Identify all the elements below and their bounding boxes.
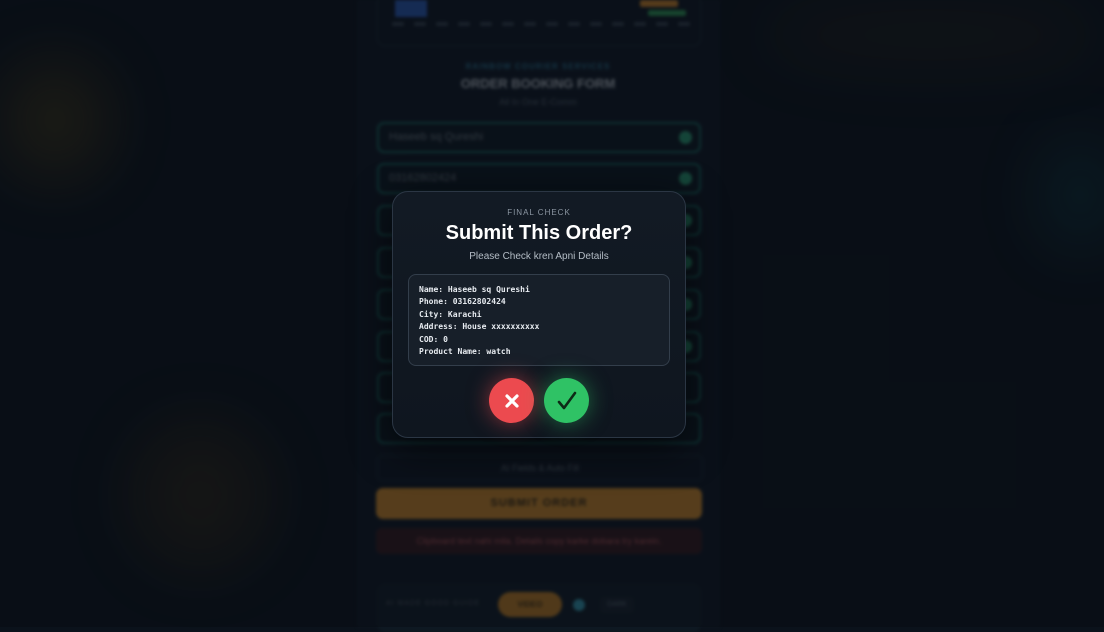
detail-line: Address: House xxxxxxxxxx <box>419 322 540 332</box>
dialog-kicker: FINAL CHECK <box>507 208 571 217</box>
detail-line: COD: 0 <box>419 334 448 344</box>
confirm-button[interactable] <box>544 378 589 423</box>
confirm-order-dialog: FINAL CHECK Submit This Order? Please Ch… <box>392 191 686 438</box>
detail-line: Product Name: watch <box>419 347 511 357</box>
detail-line: City: Karachi <box>419 309 482 319</box>
dialog-subtitle: Please Check kren Apni Details <box>469 251 609 262</box>
detail-line: Phone: 03162802424 <box>419 297 506 307</box>
dialog-title: Submit This Order? <box>445 222 633 244</box>
detail-line: Name: Haseeb sq Qureshi <box>419 285 530 294</box>
check-icon <box>557 391 576 409</box>
order-details-box: Name: Haseeb sq Qureshi Phone: 031628024… <box>408 274 670 366</box>
cancel-button[interactable] <box>489 378 534 423</box>
close-icon <box>504 393 519 408</box>
